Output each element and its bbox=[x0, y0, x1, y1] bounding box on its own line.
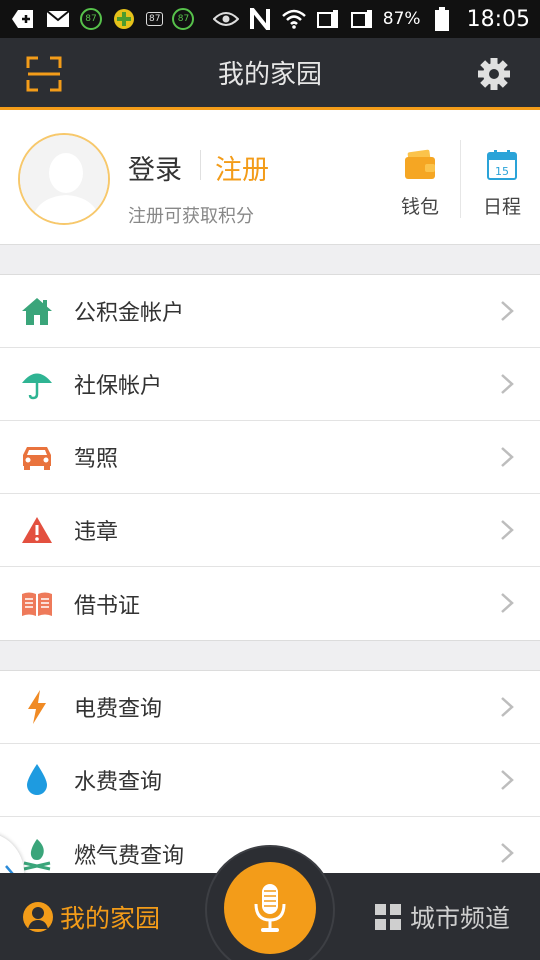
battery-icon bbox=[429, 7, 455, 31]
water-drop-icon bbox=[0, 744, 74, 817]
signal-icon bbox=[315, 8, 341, 30]
account-list: 公积金帐户 社保帐户 驾照 违章 借书证 bbox=[0, 274, 540, 641]
list-item-label: 燃气费查询 bbox=[74, 843, 185, 869]
calendar-icon: 15 bbox=[487, 150, 517, 180]
chevron-right-icon bbox=[501, 770, 514, 790]
chevron-right-icon bbox=[501, 520, 514, 540]
schedule-label: 日程 bbox=[482, 196, 521, 218]
login-link[interactable]: 登录 bbox=[128, 148, 182, 187]
chevron-right-icon bbox=[501, 697, 514, 717]
notification-badge-icon: 87 bbox=[172, 8, 195, 30]
status-bar: 87 87 87 87% 18:05 bbox=[0, 0, 540, 38]
list-item-library-card[interactable]: 借书证 bbox=[0, 567, 540, 640]
list-item-label: 社保帐户 bbox=[74, 374, 163, 399]
list-item-label: 电费查询 bbox=[74, 697, 163, 722]
notification-box-icon: 87 bbox=[146, 12, 164, 26]
tab-label: 我的家园 bbox=[60, 904, 161, 933]
tab-city-channel[interactable]: 城市频道 bbox=[374, 899, 510, 935]
wallet-label: 钱包 bbox=[400, 196, 439, 218]
book-icon bbox=[0, 567, 74, 640]
user-icon bbox=[23, 902, 53, 932]
signal-icon bbox=[349, 8, 375, 30]
scan-icon bbox=[26, 56, 62, 92]
divider bbox=[200, 150, 201, 180]
avatar[interactable] bbox=[18, 133, 110, 225]
wifi-icon bbox=[281, 8, 307, 30]
tab-my-home[interactable]: 我的家园 bbox=[22, 899, 160, 935]
profile-card: 登录 注册 注册可获取积分 钱包 15 日程 bbox=[0, 110, 540, 245]
list-item-label: 违章 bbox=[74, 520, 119, 545]
list-item-social-security[interactable]: 社保帐户 bbox=[0, 348, 540, 421]
chevron-right-icon bbox=[501, 843, 514, 863]
voice-button[interactable] bbox=[224, 862, 316, 954]
umbrella-icon bbox=[0, 348, 74, 421]
default-avatar-icon bbox=[20, 135, 108, 223]
list-item-label: 水费查询 bbox=[74, 770, 163, 795]
battery-percent: 87% bbox=[382, 9, 421, 29]
settings-button[interactable] bbox=[476, 56, 512, 92]
car-icon bbox=[0, 421, 74, 494]
schedule-button[interactable]: 15 日程 bbox=[476, 148, 528, 219]
chevron-right-icon bbox=[501, 301, 514, 321]
list-item-water[interactable]: 水费查询 bbox=[0, 744, 540, 817]
list-item-electricity[interactable]: 电费查询 bbox=[0, 671, 540, 744]
list-item-housing-fund[interactable]: 公积金帐户 bbox=[0, 275, 540, 348]
add-icon bbox=[10, 8, 36, 30]
wallet-button[interactable]: 钱包 bbox=[394, 148, 446, 219]
chevron-right-icon bbox=[501, 374, 514, 394]
microphone-icon bbox=[254, 884, 286, 932]
status-icons-right: 87% 18:05 bbox=[212, 6, 530, 32]
list-item-label: 公积金帐户 bbox=[74, 301, 185, 326]
list-item-driver-license[interactable]: 驾照 bbox=[0, 421, 540, 494]
list-item-label: 驾照 bbox=[74, 447, 119, 472]
list-item-violation[interactable]: 违章 bbox=[0, 494, 540, 567]
divider bbox=[460, 140, 461, 218]
tab-label: 城市频道 bbox=[409, 904, 510, 933]
clock: 18:05 bbox=[466, 6, 530, 32]
app-notification-icon bbox=[111, 8, 137, 30]
register-link[interactable]: 注册 bbox=[215, 148, 269, 187]
warning-icon bbox=[0, 494, 74, 567]
grid-icon bbox=[374, 904, 401, 930]
register-hint: 注册可获取积分 bbox=[128, 206, 254, 227]
calendar-day: 15 bbox=[495, 165, 509, 178]
list-item-label: 借书证 bbox=[74, 593, 141, 619]
notification-badge-icon: 87 bbox=[80, 8, 102, 30]
lightning-icon bbox=[0, 671, 74, 744]
status-icons-left: 87 87 87 bbox=[10, 8, 195, 30]
page-title: 我的家园 bbox=[217, 60, 322, 90]
mail-icon bbox=[45, 8, 71, 30]
gear-icon bbox=[478, 58, 510, 90]
house-icon bbox=[0, 275, 74, 348]
wallet-icon bbox=[405, 149, 435, 179]
app-header: 我的家园 bbox=[0, 38, 540, 110]
eye-icon bbox=[212, 8, 239, 30]
chevron-right-icon bbox=[501, 593, 514, 613]
chevron-right-icon bbox=[501, 447, 514, 467]
nfc-icon bbox=[247, 8, 273, 30]
scan-button[interactable] bbox=[26, 56, 62, 92]
